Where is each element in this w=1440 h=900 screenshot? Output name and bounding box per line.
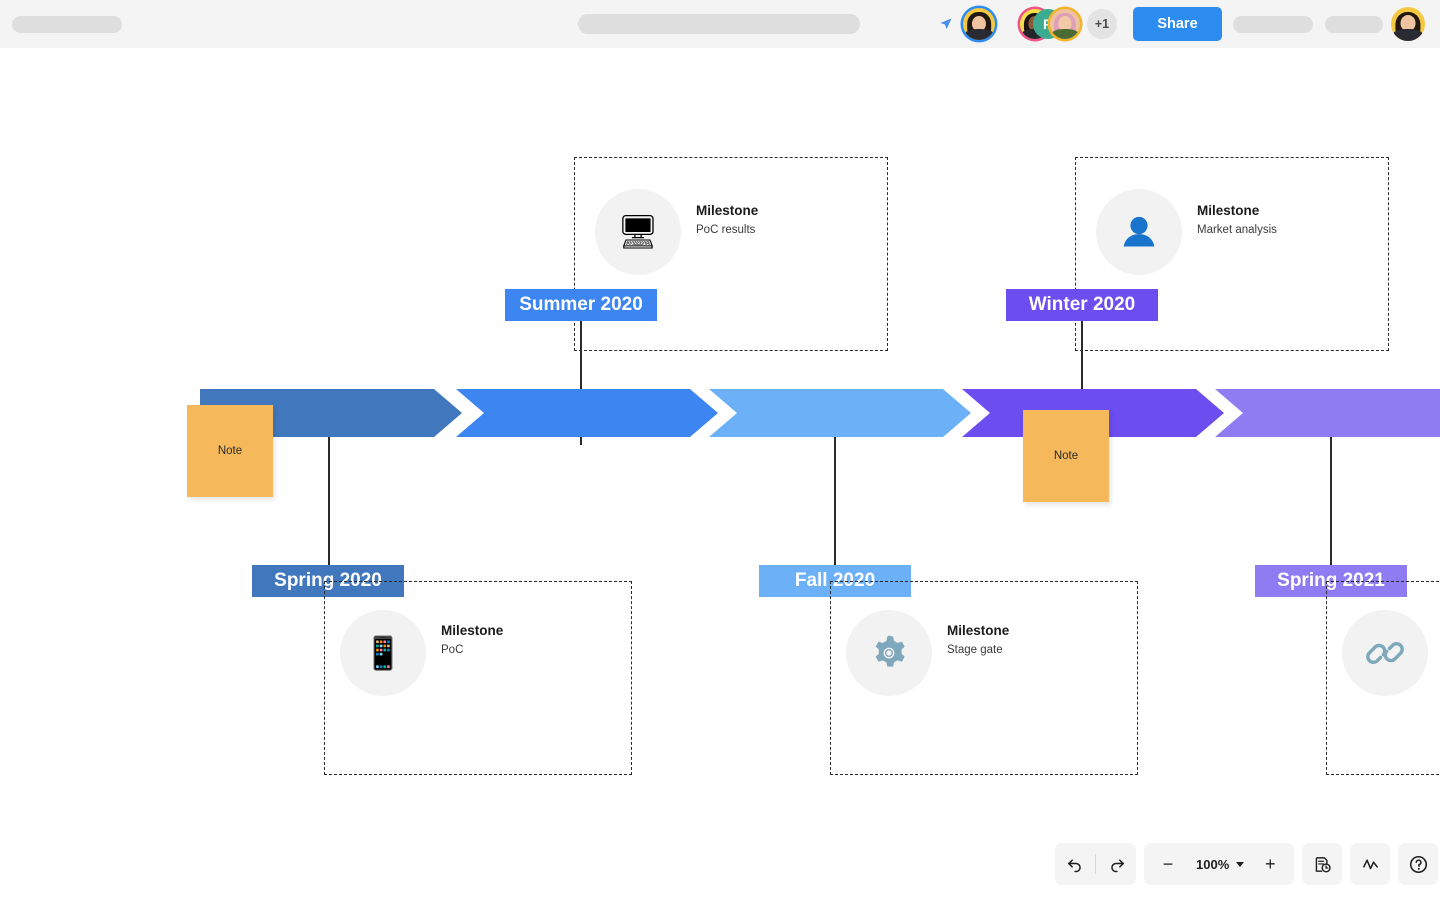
zoom-in-label: + xyxy=(1264,853,1276,874)
milestone-icon-circle-winter xyxy=(1096,189,1182,275)
connector-line-spring-2021 xyxy=(1330,433,1332,581)
workspace-name-placeholder[interactable] xyxy=(12,16,122,33)
desktop-computer-icon: 🖥 xyxy=(617,212,659,250)
zoom-in-button[interactable]: + xyxy=(1250,843,1290,885)
zoom-level-selector[interactable]: 100% xyxy=(1188,843,1250,885)
avatar-overflow-label: +1 xyxy=(1094,17,1110,31)
zoom-group: − 100% + xyxy=(1144,843,1295,885)
milestone-icon-circle-spring-2021 xyxy=(1342,610,1428,696)
undo-redo-group xyxy=(1055,843,1136,885)
activity-group xyxy=(1350,843,1391,885)
milestone-icon-circle-fall-2020 xyxy=(846,610,932,696)
mobile-phone-icon: 📱 xyxy=(363,635,403,671)
zoom-out-label: − xyxy=(1162,853,1174,874)
milestone-title-winter: Milestone xyxy=(1197,203,1260,218)
season-label-winter-2020[interactable]: Winter 2020 xyxy=(1006,289,1158,321)
toolbar-placeholder-2[interactable] xyxy=(1325,16,1383,33)
bottom-toolbar: − 100% + xyxy=(1055,843,1439,885)
activity-button[interactable] xyxy=(1350,843,1390,885)
connector-line-fall xyxy=(834,433,836,581)
sticky-note-1[interactable]: Note xyxy=(187,405,273,497)
board-canvas[interactable]: 🖥 Milestone PoC results Milestone Market… xyxy=(0,48,1440,900)
milestone-subtitle-summer: PoC results xyxy=(696,224,756,236)
connector-line-spring-2020 xyxy=(328,433,330,581)
milestone-icon-circle-summer: 🖥 xyxy=(595,189,681,275)
share-button[interactable]: Share xyxy=(1133,7,1222,41)
redo-button[interactable] xyxy=(1096,843,1136,885)
avatar-current-user[interactable] xyxy=(1391,7,1425,41)
milestone-title-summer: Milestone xyxy=(696,203,759,218)
milestone-subtitle-spring-2020: PoC xyxy=(441,644,464,656)
gear-icon xyxy=(875,635,905,667)
sticky-note-2[interactable]: Note xyxy=(1023,410,1109,502)
avatar-face xyxy=(963,8,995,40)
zoom-out-button[interactable]: − xyxy=(1148,843,1188,885)
redo-icon xyxy=(1110,858,1124,872)
undo-icon xyxy=(1067,858,1081,872)
season-label-text: Winter 2020 xyxy=(1028,294,1136,315)
link-chain-icon xyxy=(1366,642,1404,664)
version-history-icon xyxy=(1315,856,1331,873)
milestone-subtitle-fall-2020: Stage gate xyxy=(947,644,1003,656)
zoom-level-value: 100% xyxy=(1196,856,1230,872)
version-history-button[interactable] xyxy=(1302,843,1342,885)
person-avatar-icon xyxy=(1123,216,1155,247)
activity-pulse-icon xyxy=(1362,858,1378,869)
season-label-summer-2020[interactable]: Summer 2020 xyxy=(505,289,657,321)
timeline-segment-summer-2020[interactable] xyxy=(456,389,718,437)
chevron-down-icon xyxy=(1236,861,1245,867)
version-history-group xyxy=(1302,843,1343,885)
milestone-icon-circle-spring-2020: 📱 xyxy=(340,610,426,696)
milestone-subtitle-winter: Market analysis xyxy=(1197,224,1277,236)
undo-button[interactable] xyxy=(1055,843,1095,885)
milestone-title-fall-2020: Milestone xyxy=(947,623,1010,638)
timeline-segment-spring-2021[interactable] xyxy=(1215,389,1440,437)
sticky-note-text: Note xyxy=(217,445,243,457)
avatar-face xyxy=(1391,7,1425,41)
help-button[interactable] xyxy=(1398,843,1438,885)
sticky-note-text: Note xyxy=(1053,450,1079,462)
help-group xyxy=(1398,843,1439,885)
milestone-title-spring-2020: Milestone xyxy=(441,623,504,638)
avatar-collaborator-2[interactable] xyxy=(1050,9,1080,39)
avatar-overflow-count[interactable]: +1 xyxy=(1087,9,1117,39)
avatar-presenter[interactable] xyxy=(963,8,995,40)
season-label-text: Summer 2020 xyxy=(519,294,643,315)
toolbar-placeholder-1[interactable] xyxy=(1233,16,1313,33)
help-icon xyxy=(1409,855,1427,873)
cursor-pointer-icon xyxy=(940,18,952,30)
timeline-segment-fall-2020[interactable] xyxy=(709,389,971,437)
board-title-placeholder[interactable] xyxy=(578,14,860,34)
avatar-face xyxy=(1050,9,1080,39)
